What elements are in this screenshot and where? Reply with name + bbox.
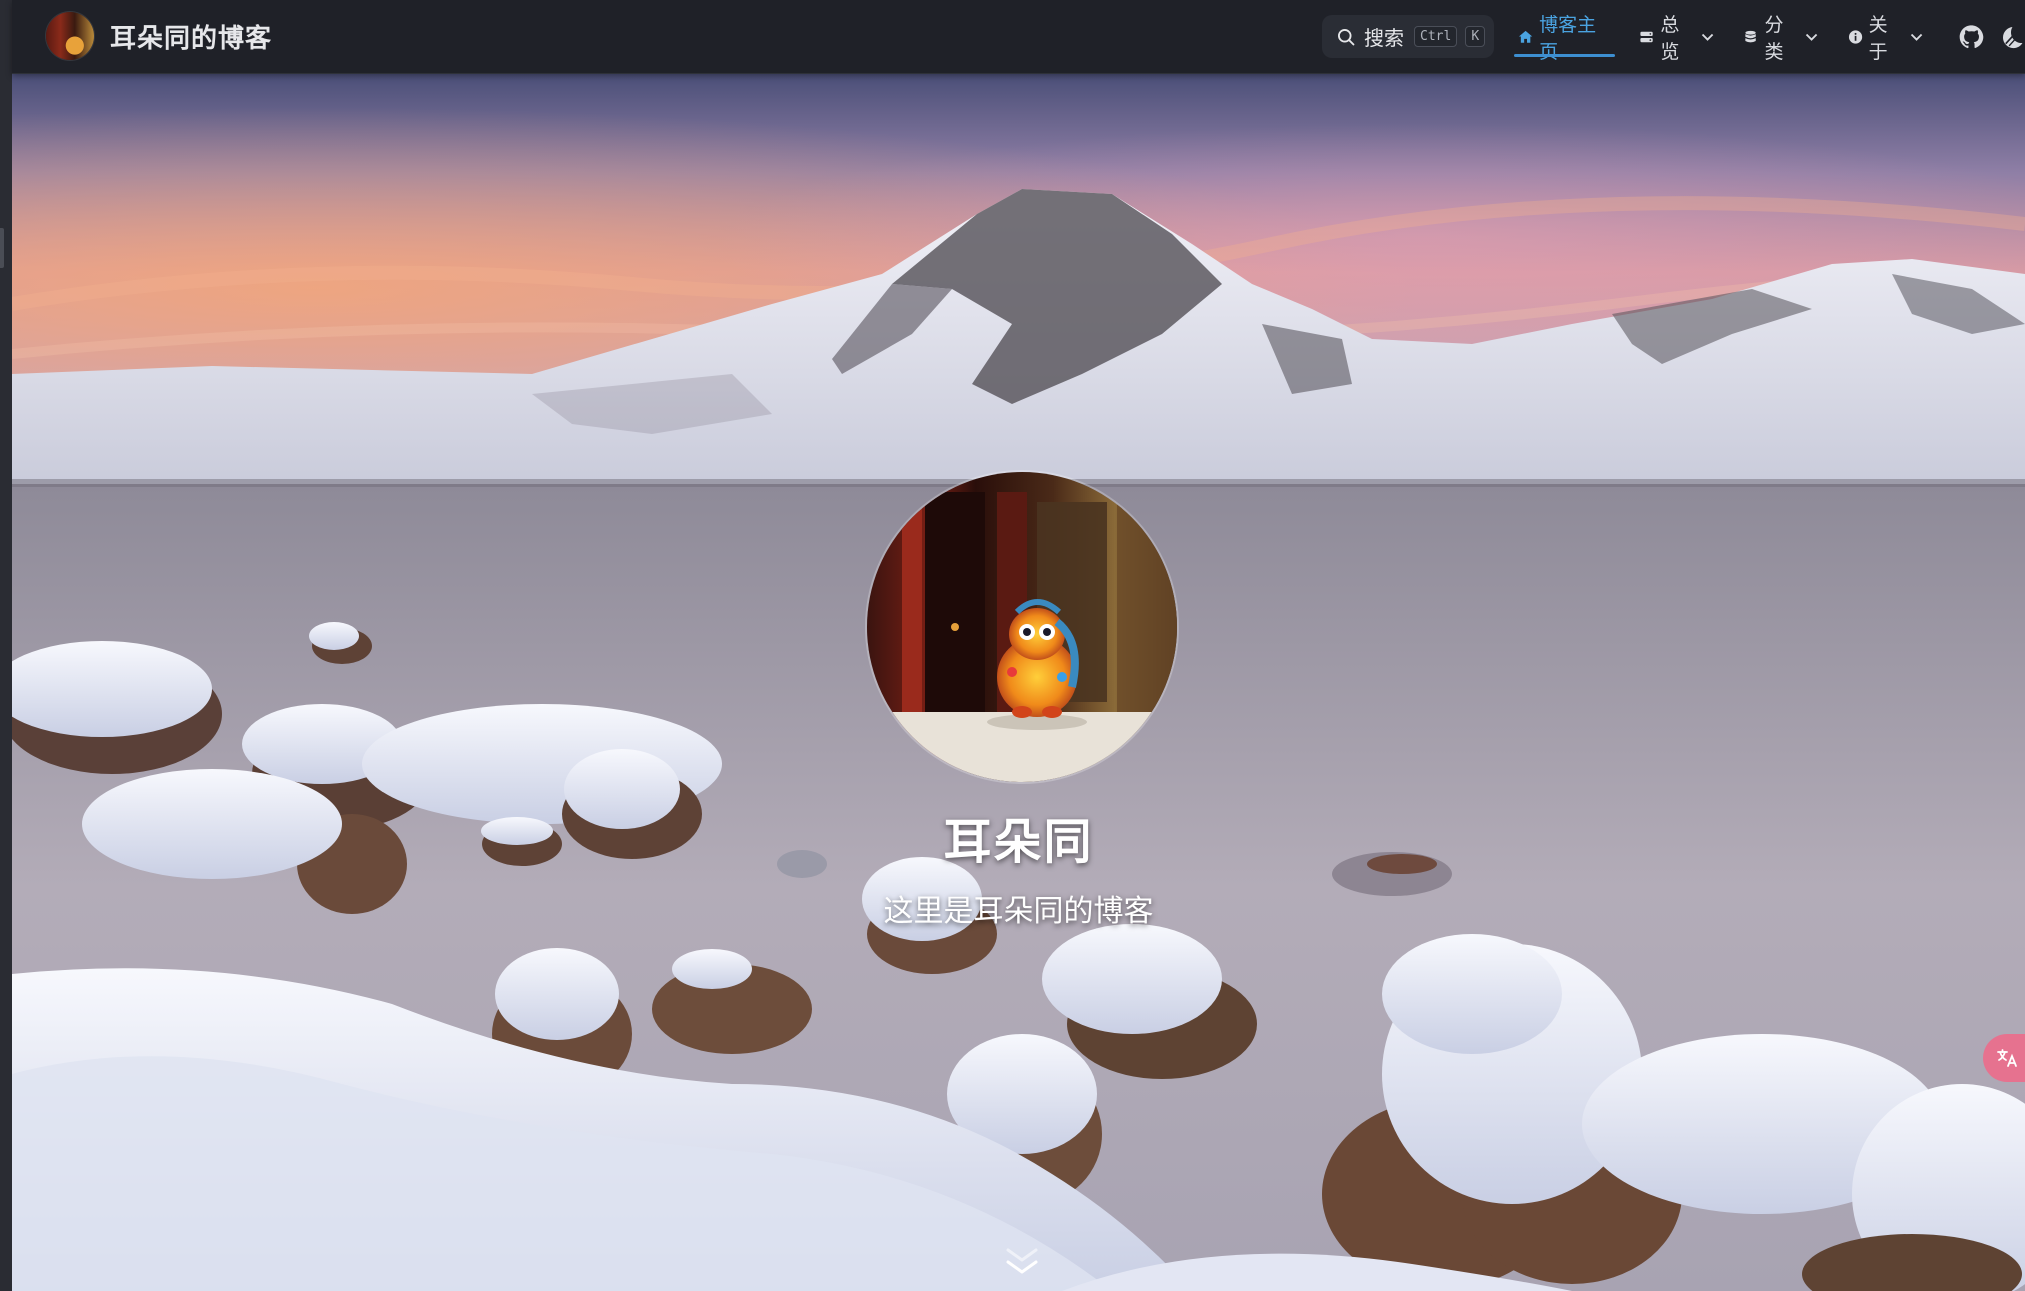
home-icon bbox=[1518, 30, 1533, 43]
nav-item-categories[interactable]: 分类 bbox=[1735, 0, 1827, 73]
chevron-down-icon bbox=[1702, 33, 1714, 41]
search-label: 搜索 bbox=[1364, 28, 1404, 50]
nav-item-label: 关于 bbox=[1868, 14, 1888, 63]
shortcut-key-ctrl: Ctrl bbox=[1414, 26, 1458, 47]
sidebar-grip[interactable] bbox=[0, 228, 4, 268]
server-icon bbox=[1640, 31, 1653, 42]
profile-description: 这里是耳朵同的博客 bbox=[883, 895, 1154, 928]
site-logo-avatar bbox=[46, 12, 94, 60]
translate-button[interactable] bbox=[1983, 1034, 2025, 1082]
site-brand[interactable]: 耳朵同的博客 bbox=[46, 12, 272, 60]
moon-icon[interactable] bbox=[1998, 23, 2025, 51]
profile-name: 耳朵同 bbox=[943, 816, 1094, 869]
database-icon bbox=[1745, 30, 1757, 42]
search-icon bbox=[1338, 28, 1355, 45]
top-navbar: 耳朵同的博客 搜索 Ctrl K 博客主页 总览 分类 关于 bbox=[12, 0, 2025, 74]
nav-item-home[interactable]: 博客主页 bbox=[1510, 0, 1619, 73]
info-icon bbox=[1848, 29, 1862, 44]
translate-icon bbox=[1997, 1049, 2017, 1067]
nav-item-label: 总览 bbox=[1660, 14, 1680, 63]
hero-banner: 耳朵同 这里是耳朵同的博客 bbox=[12, 74, 2025, 1291]
nav-item-label: 博客主页 bbox=[1539, 14, 1597, 63]
profile-avatar[interactable] bbox=[867, 472, 1177, 782]
chevron-down-icon bbox=[1910, 33, 1922, 41]
shortcut-key-k: K bbox=[1465, 26, 1486, 47]
site-title: 耳朵同的博客 bbox=[110, 22, 273, 53]
nav-item-overview[interactable]: 总览 bbox=[1631, 0, 1723, 73]
profile-section: 耳朵同 这里是耳朵同的博客 bbox=[12, 74, 2025, 1291]
chevron-down-icon bbox=[1806, 33, 1818, 41]
avatar-image bbox=[867, 472, 1177, 782]
search-button[interactable]: 搜索 Ctrl K bbox=[1322, 15, 1494, 58]
chevron-double-down-icon[interactable] bbox=[1002, 1244, 1042, 1280]
nav-item-label: 分类 bbox=[1764, 14, 1784, 63]
github-icon[interactable] bbox=[1958, 23, 1985, 51]
nav-item-about[interactable]: 关于 bbox=[1840, 0, 1932, 73]
nav-menu: 博客主页 总览 分类 关于 bbox=[1510, 0, 2025, 73]
